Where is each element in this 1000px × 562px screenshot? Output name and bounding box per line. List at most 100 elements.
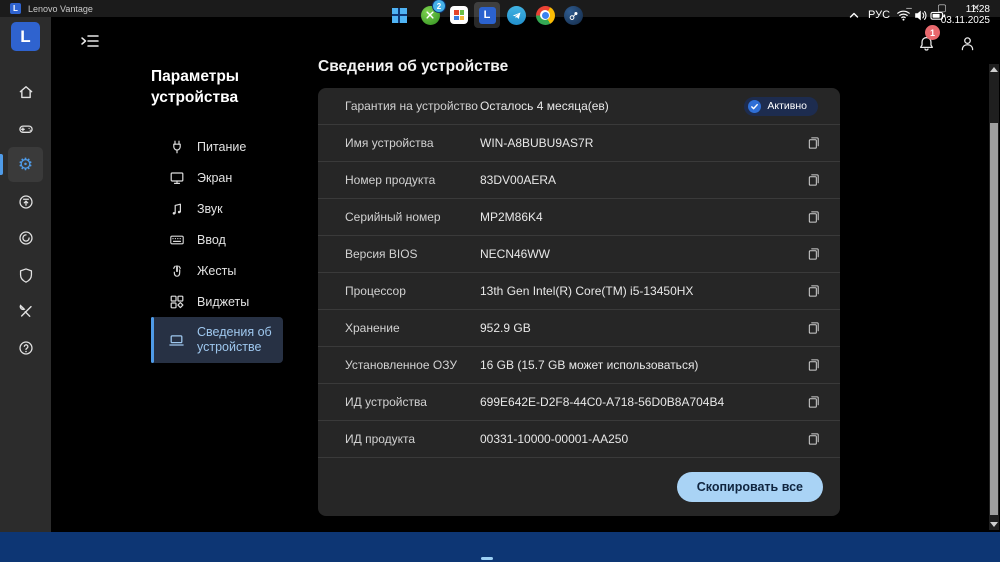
row-label: ИД продукта: [345, 432, 416, 446]
nav-panel-title: Параметры устройства: [151, 68, 240, 106]
rail-item-smart-features[interactable]: [8, 220, 43, 255]
icon-rail: L ⚙: [0, 17, 51, 532]
table-row-storage: Хранение 952.9 GB: [318, 310, 840, 347]
scrollbar-thumb[interactable]: [990, 123, 998, 515]
copy-button[interactable]: [804, 244, 824, 264]
taskbar-telegram-app[interactable]: [503, 2, 529, 28]
chevron-up-icon: [849, 12, 859, 18]
gesture-icon: [168, 262, 185, 279]
copy-icon: [808, 211, 819, 223]
row-value: 13th Gen Intel(R) Core(TM) i5-13450HX: [480, 284, 694, 298]
row-label: Номер продукта: [345, 173, 436, 187]
account-button[interactable]: [954, 30, 980, 56]
nav-item-gestures[interactable]: Жесты: [151, 255, 283, 286]
copy-button[interactable]: [804, 318, 824, 338]
nav-item-power[interactable]: Питание: [151, 131, 283, 162]
copy-button[interactable]: [804, 281, 824, 301]
nav-item-device-details[interactable]: Сведения об устройстве: [151, 317, 283, 363]
wifi-icon: [896, 10, 910, 21]
rail-item-system-update[interactable]: [8, 184, 43, 219]
nav-item-label: Питание: [197, 139, 247, 154]
row-value: NECN46WW: [480, 247, 551, 261]
copy-button[interactable]: [804, 429, 824, 449]
table-row-bios-version: Версия BIOS NECN46WW: [318, 236, 840, 273]
laptop-icon: [168, 332, 185, 349]
home-icon: [19, 85, 32, 98]
table-row-warranty: Гарантия на устройство Осталось 4 месяца…: [318, 88, 840, 125]
taskbar-store-app[interactable]: [446, 2, 472, 28]
card-footer: Скопировать все: [318, 458, 840, 516]
vantage-logo-icon: L: [10, 3, 21, 14]
copy-button[interactable]: [804, 170, 824, 190]
tray-show-hidden-icons[interactable]: [846, 0, 862, 30]
status-badge-label: Активно: [767, 100, 807, 112]
windows-icon: [391, 7, 407, 23]
nav-item-label: Ввод: [197, 232, 226, 247]
active-app-indicator: [481, 557, 493, 560]
window-title: Lenovo Vantage: [28, 3, 93, 14]
tray-network[interactable]: [894, 0, 912, 30]
copy-icon: [808, 359, 819, 371]
table-row-product-id: ИД продукта 00331-10000-00001-AA250: [318, 421, 840, 458]
clock-date: 03.11.2025: [940, 15, 990, 26]
taskbar-vantage-app[interactable]: L: [474, 2, 500, 28]
tray-clock[interactable]: 11:28 03.11.2025: [935, 0, 990, 30]
row-label: Установленное ОЗУ: [345, 358, 457, 372]
taskbar-steam-app[interactable]: [560, 2, 586, 28]
table-row-device-name: Имя устройства WIN-A8BUBU9AS7R: [318, 125, 840, 162]
store-icon: [450, 6, 468, 24]
taskbar-start-button[interactable]: [386, 2, 412, 28]
copy-button[interactable]: [804, 392, 824, 412]
nav-item-label: Виджеты: [197, 294, 250, 309]
table-row-serial-number: Серийный номер MP2M86K4: [318, 199, 840, 236]
copy-icon: [808, 137, 819, 149]
telegram-icon: [506, 5, 526, 25]
screen: L Lenovo Vantage – ▢ ✕ L ⚙ 1 Параметры у…: [0, 0, 1000, 562]
nav-item-input[interactable]: Ввод: [151, 224, 283, 255]
table-row-installed-ram: Установленное ОЗУ 16 GB (15.7 GB может и…: [318, 347, 840, 384]
keyboard-icon: [168, 231, 185, 248]
rail-item-games[interactable]: [8, 111, 43, 146]
table-row-product-number: Номер продукта 83DV00AERA: [318, 162, 840, 199]
copy-icon: [808, 285, 819, 297]
row-value: 83DV00AERA: [480, 173, 557, 187]
copy-button[interactable]: [804, 207, 824, 227]
rail-item-toolkit[interactable]: [8, 293, 43, 328]
copy-all-button[interactable]: Скопировать все: [676, 472, 823, 502]
arrow-down-icon: [990, 521, 998, 527]
nav-item-sound[interactable]: Звук: [151, 193, 283, 224]
widgets-icon: [168, 293, 185, 310]
taskbar-chrome-app[interactable]: [532, 2, 558, 28]
tray-language-switcher[interactable]: РУС: [866, 0, 892, 30]
speaker-icon: [914, 10, 927, 21]
gamepad-icon: [18, 124, 33, 133]
tools-icon: [19, 303, 32, 317]
collapse-menu-icon: [81, 35, 99, 47]
power-plug-icon: [168, 138, 185, 155]
update-icon: [18, 194, 33, 209]
nav-item-label: Экран: [197, 170, 233, 185]
nav-item-label: Сведения об устройстве: [197, 325, 272, 354]
rail-item-home[interactable]: [8, 74, 43, 109]
arrow-up-icon: [990, 66, 998, 72]
copy-button[interactable]: [804, 355, 824, 375]
taskbar-xbox-app[interactable]: 2: [417, 0, 446, 28]
chrome-icon: [535, 5, 555, 25]
page-heading: Сведения об устройстве: [318, 58, 509, 75]
tray-volume[interactable]: [911, 0, 929, 30]
rail-item-device-settings[interactable]: ⚙: [8, 147, 43, 182]
collapse-menu-button[interactable]: [78, 31, 102, 51]
rail-item-help[interactable]: [8, 330, 43, 365]
status-badge: Активно: [744, 96, 818, 116]
row-value: 699E642E-D2F8-44C0-A718-56D0B8A704B4: [480, 395, 725, 409]
row-value: 16 GB (15.7 GB может использоваться): [480, 358, 699, 372]
copy-icon: [808, 433, 819, 445]
copy-icon: [808, 248, 819, 260]
row-label: ИД устройства: [345, 395, 427, 409]
scrollbar-up-button[interactable]: [989, 64, 999, 74]
scrollbar-down-button[interactable]: [989, 519, 999, 529]
nav-item-display[interactable]: Экран: [151, 162, 283, 193]
copy-button[interactable]: [804, 133, 824, 153]
nav-item-widgets[interactable]: Виджеты: [151, 286, 283, 317]
rail-item-security[interactable]: [8, 257, 43, 292]
